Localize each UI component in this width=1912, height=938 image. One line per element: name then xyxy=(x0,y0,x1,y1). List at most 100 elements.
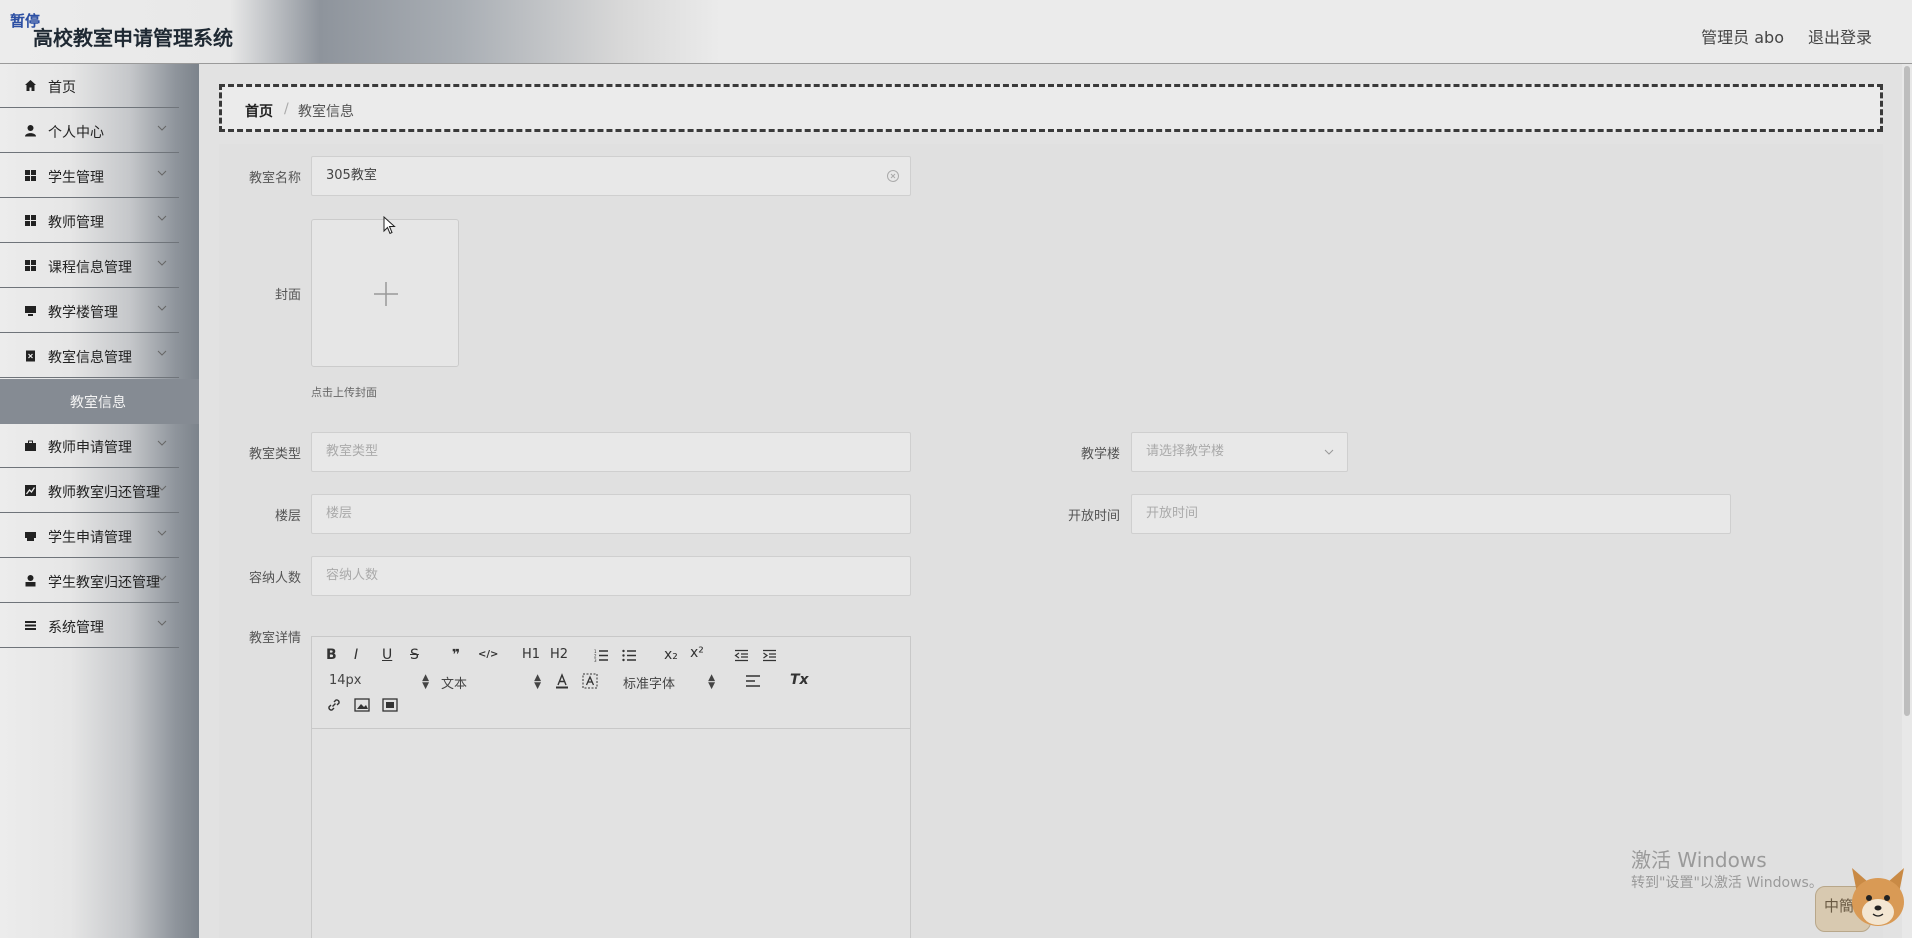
bullet-list-icon[interactable] xyxy=(622,649,637,662)
cover-upload-hint: 点击上传封面 xyxy=(311,386,377,399)
clear-format-button[interactable]: Tx xyxy=(790,672,809,688)
chevron-down-icon xyxy=(157,440,167,446)
bold-button[interactable]: B xyxy=(326,647,337,663)
sidebar-item-label: 学生申请管理 xyxy=(48,530,132,546)
monitor-icon xyxy=(25,306,36,316)
link-icon[interactable] xyxy=(326,697,342,713)
font-family-select[interactable]: 标准字体 ▲ ▼ xyxy=(623,673,715,693)
briefcase-icon xyxy=(25,440,36,451)
svg-text:3: 3 xyxy=(594,658,597,662)
blockquote-button[interactable]: ❞ xyxy=(452,647,460,663)
user-icon xyxy=(25,125,36,137)
superscript-button[interactable]: x² xyxy=(690,645,704,661)
sidebar-item-system[interactable]: 系统管理 xyxy=(0,604,179,648)
scrollbar-thumb[interactable] xyxy=(1904,66,1910,716)
clipboard-icon xyxy=(26,350,35,362)
home-icon xyxy=(25,80,36,91)
sidebar-item-teacher-applications[interactable]: 教师申请管理 xyxy=(0,424,179,468)
outdent-icon[interactable] xyxy=(734,649,749,662)
font-size-value: 14px xyxy=(329,673,362,688)
header-select[interactable]: 文本 ▲ ▼ xyxy=(441,673,541,693)
chevron-down-icon xyxy=(157,485,167,491)
strike-button[interactable]: S xyxy=(410,647,419,663)
cover-label: 封面 xyxy=(274,288,301,303)
chevron-down-icon xyxy=(157,215,167,221)
capacity-input[interactable]: 容纳人数 xyxy=(311,556,911,596)
select-arrows-icon: ▲ ▼ xyxy=(708,673,715,691)
underline-button[interactable]: U xyxy=(382,647,392,663)
chevron-down-icon xyxy=(157,530,167,536)
align-left-icon[interactable] xyxy=(745,674,761,688)
building-label: 教学楼 xyxy=(1080,447,1120,462)
sidebar: 首页 个人中心 学生管理 教师管理 课程信息管理 教学楼管理 教室信息管理 教室… xyxy=(0,64,199,938)
open-time-input[interactable]: 开放时间 xyxy=(1131,494,1731,534)
code-block-button[interactable]: </> xyxy=(478,649,498,660)
sidebar-item-label: 教师管理 xyxy=(48,215,104,231)
indent-icon[interactable] xyxy=(762,649,777,662)
breadcrumb: 首页 / 教室信息 xyxy=(219,84,1883,132)
classroom-name-label: 教室名称 xyxy=(248,171,301,186)
classroom-type-label: 教室类型 xyxy=(248,447,301,462)
sidebar-item-label: 教师教室归还管理 xyxy=(48,485,160,501)
mouse-cursor-icon xyxy=(383,216,396,235)
chevron-down-icon xyxy=(1324,449,1334,455)
activate-windows-title: 激活 Windows xyxy=(1631,848,1767,872)
chart-icon xyxy=(25,485,36,496)
grid-icon xyxy=(25,260,36,271)
activate-windows-subtitle: 转到"设置"以激活 Windows。 xyxy=(1631,875,1823,891)
sidebar-item-profile[interactable]: 个人中心 xyxy=(0,109,179,153)
sidebar-item-student-applications[interactable]: 学生申请管理 xyxy=(0,514,179,558)
sidebar-item-label: 教学楼管理 xyxy=(48,305,118,321)
h2-button[interactable]: H2 xyxy=(550,647,568,662)
current-user: 管理员 abo xyxy=(1701,28,1784,47)
sidebar-item-buildings[interactable]: 教学楼管理 xyxy=(0,289,179,333)
capacity-label: 容纳人数 xyxy=(248,571,301,586)
capacity-placeholder: 容纳人数 xyxy=(326,568,379,583)
subscript-button[interactable]: x₂ xyxy=(664,647,678,663)
chevron-down-icon xyxy=(157,305,167,311)
sidebar-item-students[interactable]: 学生管理 xyxy=(0,154,179,198)
building-placeholder: 请选择教学楼 xyxy=(1146,444,1225,459)
top-header: 暂停 高校教室申请管理系统 管理员 abo 退出登录 xyxy=(0,0,1912,64)
clear-icon[interactable] xyxy=(886,169,900,183)
image-icon[interactable] xyxy=(354,697,370,713)
floor-label: 楼层 xyxy=(274,509,301,524)
cover-uploader[interactable] xyxy=(311,219,459,367)
sidebar-item-label: 个人中心 xyxy=(48,125,104,141)
video-icon[interactable] xyxy=(382,697,398,713)
floor-placeholder: 楼层 xyxy=(326,506,353,521)
chevron-down-icon xyxy=(157,575,167,581)
italic-button[interactable]: I xyxy=(354,647,358,663)
sidebar-item-teachers[interactable]: 教师管理 xyxy=(0,199,179,243)
classroom-type-input[interactable]: 教室类型 xyxy=(311,432,911,472)
sidebar-item-student-returns[interactable]: 学生教室归还管理 xyxy=(0,559,179,603)
classroom-name-input[interactable]: 305教室 xyxy=(311,156,911,196)
grid-icon xyxy=(25,215,36,226)
breadcrumb-current: 教室信息 xyxy=(298,104,354,120)
sidebar-item-classrooms[interactable]: 教室信息管理 xyxy=(0,334,179,378)
editor-content-area[interactable] xyxy=(312,729,910,938)
printer-icon xyxy=(25,532,36,541)
sidebar-item-home[interactable]: 首页 xyxy=(0,64,179,108)
floor-input[interactable]: 楼层 xyxy=(311,494,911,534)
logout-button[interactable]: 退出登录 xyxy=(1808,24,1872,48)
sidebar-item-label: 课程信息管理 xyxy=(48,260,132,276)
sidebar-subitem-classroom-info[interactable]: 教室信息 xyxy=(0,379,199,424)
text-color-icon[interactable] xyxy=(554,673,570,689)
header-value: 文本 xyxy=(441,677,468,692)
h1-button[interactable]: H1 xyxy=(522,647,540,662)
breadcrumb-home[interactable]: 首页 xyxy=(245,101,273,121)
select-arrows-icon: ▲ ▼ xyxy=(422,673,429,691)
ordered-list-icon[interactable]: 123 xyxy=(594,649,609,662)
chevron-down-icon xyxy=(157,170,167,176)
background-color-icon[interactable] xyxy=(582,673,598,689)
font-size-select[interactable]: 14px ▲ ▼ xyxy=(329,673,429,691)
app-title: 高校教室申请管理系统 xyxy=(33,26,233,50)
building-select[interactable]: 请选择教学楼 xyxy=(1131,432,1348,472)
font-family-value: 标准字体 xyxy=(623,677,676,692)
page-scrollbar[interactable] xyxy=(1902,64,1912,938)
sidebar-item-label: 系统管理 xyxy=(48,620,104,636)
sidebar-item-teacher-returns[interactable]: 教师教室归还管理 xyxy=(0,469,179,513)
select-arrows-icon: ▲ ▼ xyxy=(534,673,541,691)
sidebar-item-courses[interactable]: 课程信息管理 xyxy=(0,244,179,288)
